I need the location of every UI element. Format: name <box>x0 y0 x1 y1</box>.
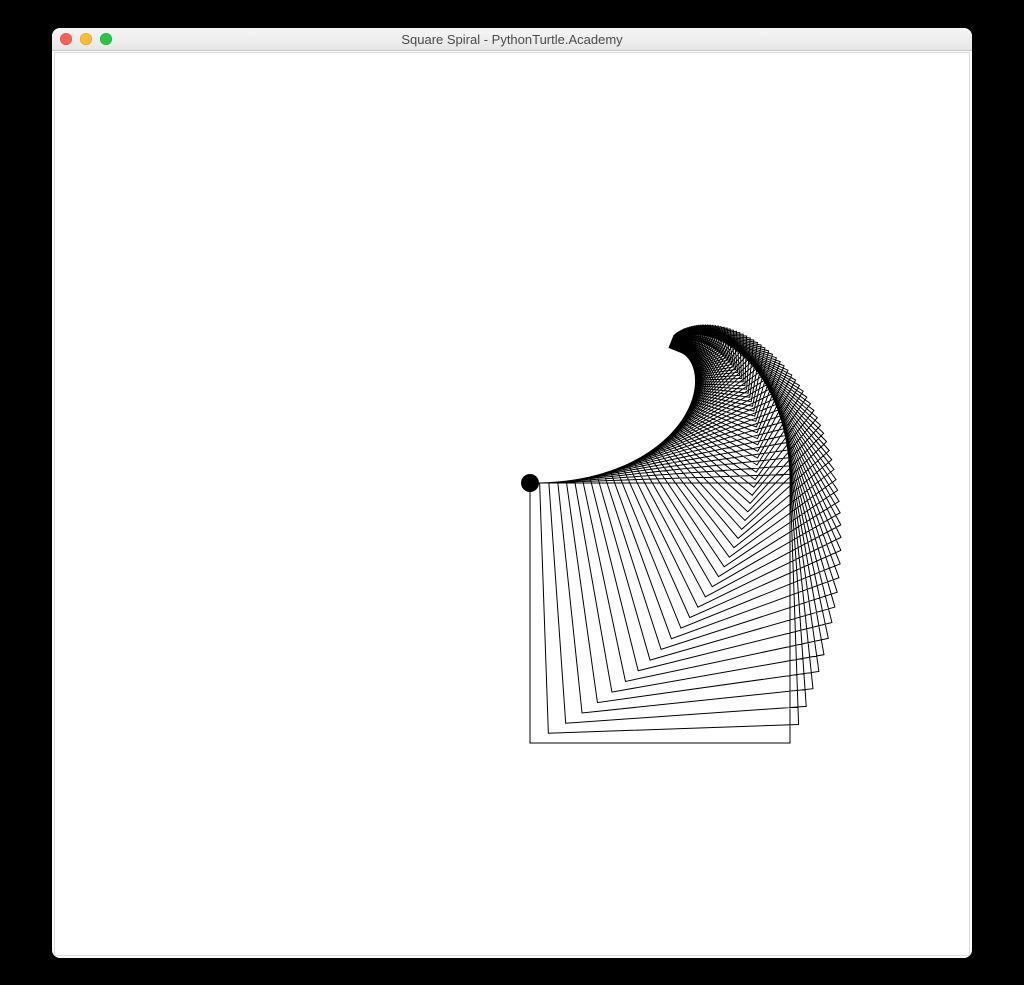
traffic-lights <box>60 33 112 45</box>
minimize-icon[interactable] <box>80 33 92 45</box>
zoom-icon[interactable] <box>100 33 112 45</box>
close-icon[interactable] <box>60 33 72 45</box>
square-spiral-drawing <box>55 53 967 953</box>
turtle-canvas <box>54 52 970 956</box>
window-title: Square Spiral - PythonTurtle.Academy <box>52 32 972 47</box>
turtle-origin-icon <box>521 474 539 492</box>
app-window: Square Spiral - PythonTurtle.Academy <box>52 28 972 958</box>
spiral-path <box>530 325 841 743</box>
titlebar[interactable]: Square Spiral - PythonTurtle.Academy <box>52 28 972 51</box>
